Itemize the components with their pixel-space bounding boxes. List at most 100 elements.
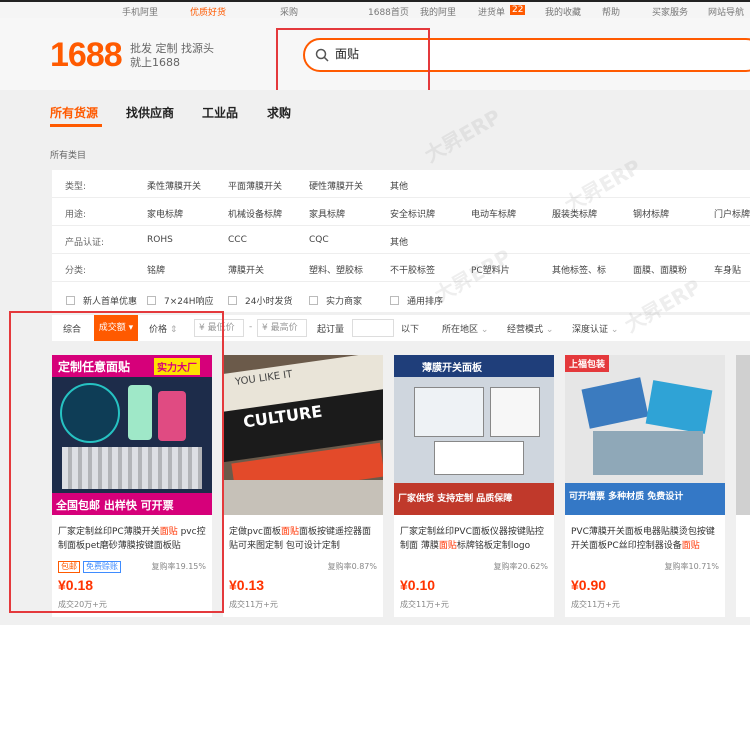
- moq-input[interactable]: [352, 319, 394, 337]
- topbar-link[interactable]: 采购: [280, 5, 298, 18]
- repurchase-rate: 复购率19.15%: [151, 562, 206, 571]
- product-card-partial[interactable]: [736, 355, 750, 617]
- search-box[interactable]: [303, 38, 750, 72]
- region-dropdown[interactable]: 所在地区 ⌄: [442, 322, 488, 335]
- filter-option[interactable]: CCC: [228, 235, 247, 245]
- topbar-link[interactable]: 进货单: [478, 5, 505, 18]
- search-icon: [315, 48, 329, 62]
- filter-option[interactable]: 薄膜开关: [228, 263, 264, 276]
- product-photo: [158, 391, 186, 441]
- product-image[interactable]: 定制任意面贴 实力大厂 全国包邮 出样快 可开票: [52, 355, 212, 515]
- filter-option[interactable]: 机械设备标牌: [228, 207, 282, 220]
- sort-bar: 综合 成交额 ▾ 价格 ⇕ ¥ 最低价 - ¥ 最高价 起订量 以下 所在地区 …: [52, 315, 750, 341]
- filter-option[interactable]: 门户标牌: [714, 207, 750, 220]
- image-banner-text: 厂家供货 支持定制 品质保障: [398, 494, 513, 504]
- product-photo: [593, 431, 703, 475]
- dropdown-label: 经营模式: [507, 325, 544, 335]
- filter-option[interactable]: 电动车标牌: [471, 207, 516, 220]
- filter-option[interactable]: 钢材标牌: [633, 207, 669, 220]
- product-title[interactable]: 厂家定制丝印PC薄膜开关面贴 pvc控制面板pet磨砂薄膜按键面板贴: [58, 525, 208, 555]
- filter-option[interactable]: 面膜、面膜粉: [633, 263, 687, 276]
- checkbox-label: 24小时发货: [245, 297, 293, 307]
- topbar-link[interactable]: 网站导航: [708, 5, 744, 18]
- filter-option[interactable]: 不干胶标签: [390, 263, 435, 276]
- filter-option[interactable]: 铭牌: [147, 263, 165, 276]
- filter-option[interactable]: 服装类标牌: [552, 207, 597, 220]
- filter-option[interactable]: 其他: [390, 179, 408, 192]
- product-title[interactable]: PVC薄膜开关面板电器贴膜烫包按键开关面板PC丝印控制器设备面贴: [571, 525, 721, 555]
- dropdown-label: 深度认证: [572, 325, 609, 335]
- sort-by-volume[interactable]: 成交额 ▾: [94, 315, 138, 341]
- free-shipping-badge: 包邮: [58, 561, 80, 573]
- filter-option[interactable]: 塑料、塑胶标: [309, 263, 363, 276]
- filter-option[interactable]: 家具标牌: [309, 207, 345, 220]
- topbar-link[interactable]: 帮助: [602, 5, 620, 18]
- max-price-input[interactable]: ¥ 最高价: [257, 319, 307, 337]
- tab-purchase-requests[interactable]: 求购: [267, 104, 291, 121]
- checkbox-label: 实力商家: [326, 297, 363, 307]
- search-input[interactable]: [335, 46, 635, 60]
- product-image[interactable]: [736, 355, 750, 515]
- logo[interactable]: 1688: [50, 36, 123, 75]
- filter-option[interactable]: ROHS: [147, 235, 173, 245]
- breadcrumb[interactable]: 所有类目: [50, 148, 86, 161]
- filter-option[interactable]: 其他标签、标: [552, 263, 606, 276]
- tab-find-suppliers[interactable]: 找供应商: [126, 104, 174, 121]
- image-banner-text: 薄膜开关面板: [422, 363, 482, 374]
- topbar-link[interactable]: 我的阿里: [420, 5, 456, 18]
- checkbox-general-sort[interactable]: 通用排序: [390, 294, 443, 307]
- product-card[interactable]: 上福包装 可开增票 多种材质 免费设计 PVC薄膜开关面板电器贴膜烫包按键开关面…: [565, 355, 725, 617]
- checkbox-power-merchant[interactable]: 实力商家: [309, 294, 362, 307]
- sort-overall[interactable]: 综合: [63, 322, 81, 335]
- checkbox-24h-shipping[interactable]: 24小时发货: [228, 294, 292, 307]
- product-photo: [434, 441, 524, 475]
- product-card[interactable]: 定制任意面贴 实力大厂 全国包邮 出样快 可开票 厂家定制丝印PC薄膜开关面贴 …: [52, 355, 212, 617]
- product-image[interactable]: 薄膜开关面板 厂家供货 支持定制 品质保障: [394, 355, 554, 515]
- product-price: ¥0.13: [229, 577, 265, 593]
- filter-option[interactable]: 柔性薄膜开关: [147, 179, 201, 192]
- filter-option[interactable]: 家电标牌: [147, 207, 183, 220]
- cart-count-badge: 22: [510, 5, 526, 15]
- filter-option[interactable]: 安全标识牌: [390, 207, 435, 220]
- min-price-input[interactable]: ¥ 最低价: [194, 319, 244, 337]
- product-title[interactable]: 定做pvc面板面贴面板按键遥控器面贴可来图定制 包可设计定制: [229, 525, 379, 555]
- filter-option[interactable]: 其他: [390, 235, 408, 248]
- checkbox-24h-response[interactable]: 7×24H响应: [147, 294, 214, 307]
- product-photo: [490, 387, 540, 437]
- filter-row-certification: 产品认证: ROHS CCC CQC 其他: [52, 226, 750, 254]
- slogan-line: 批发 定制 找源头: [130, 42, 214, 55]
- tab-industrial[interactable]: 工业品: [202, 104, 238, 121]
- checkbox-label: 7×24H响应: [164, 297, 214, 307]
- product-image[interactable]: YOU LIKE IT CULTURE: [223, 355, 383, 515]
- caret-down-icon: ▾: [125, 323, 134, 333]
- topbar-link[interactable]: 买家服务: [652, 5, 688, 18]
- product-image[interactable]: 上福包装 可开增票 多种材质 免费设计: [565, 355, 725, 515]
- title-highlight: 面贴: [681, 541, 700, 551]
- sort-by-price[interactable]: 价格 ⇕: [149, 322, 177, 335]
- certification-dropdown[interactable]: 深度认证 ⌄: [572, 322, 618, 335]
- product-title[interactable]: 厂家定制丝印PVC面板仪器按键贴控制面 薄膜面贴标牌铭板定制logo: [400, 525, 550, 555]
- topbar-link[interactable]: 我的收藏: [545, 5, 581, 18]
- product-card[interactable]: YOU LIKE IT CULTURE 定做pvc面板面贴面板按键遥控器面贴可来…: [223, 355, 383, 617]
- filter-row-type: 类型: 柔性薄膜开关 平面薄膜开关 硬性薄膜开关 其他: [52, 170, 750, 198]
- sort-arrows-icon: ⇕: [167, 325, 178, 335]
- filter-label: 产品认证:: [65, 238, 105, 248]
- filter-option[interactable]: 硬性薄膜开关: [309, 179, 363, 192]
- logo-slogan: 批发 定制 找源头 就上1688: [130, 42, 230, 70]
- topbar-link[interactable]: 1688首页: [368, 5, 409, 18]
- product-photo: [60, 383, 120, 443]
- checkbox-new-user[interactable]: 新人首单优惠: [66, 294, 137, 307]
- tab-all-goods[interactable]: 所有货源: [50, 104, 98, 121]
- topbar-link[interactable]: 手机阿里: [122, 5, 158, 18]
- filter-option[interactable]: CQC: [309, 235, 329, 245]
- product-card[interactable]: 薄膜开关面板 厂家供货 支持定制 品质保障 厂家定制丝印PVC面板仪器按键贴控制…: [394, 355, 554, 617]
- product-photo: [128, 385, 152, 440]
- filter-option[interactable]: 车身贴: [714, 263, 741, 276]
- topbar-link[interactable]: 优质好货: [190, 5, 226, 18]
- business-mode-dropdown[interactable]: 经营模式 ⌄: [507, 322, 553, 335]
- filter-option[interactable]: 平面薄膜开关: [228, 179, 282, 192]
- product-photo: [645, 380, 713, 434]
- title-text: 定做pvc面板: [229, 527, 281, 537]
- filter-option[interactable]: PC塑料片: [471, 263, 510, 276]
- sort-label: 价格: [149, 325, 168, 335]
